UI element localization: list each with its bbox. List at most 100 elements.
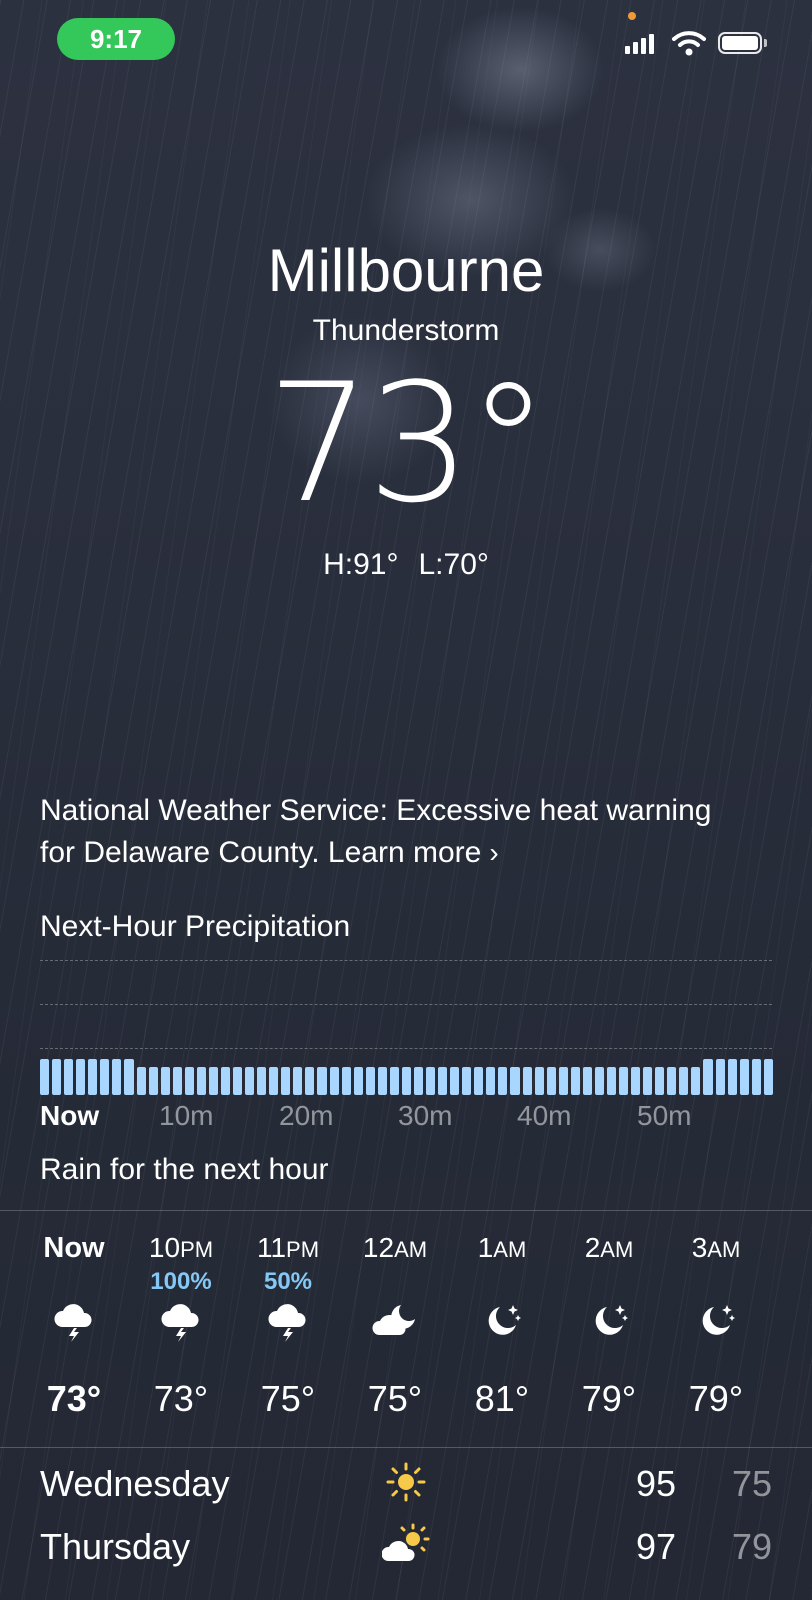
precip-bar xyxy=(498,1067,508,1095)
day-low: 75 xyxy=(731,1463,772,1504)
status-time-pill[interactable]: 9:17 xyxy=(57,18,175,60)
precip-bar xyxy=(631,1067,641,1095)
precip-chance: 50% xyxy=(263,1268,313,1295)
precip-bar xyxy=(305,1067,315,1095)
clear-night-icon xyxy=(559,1298,659,1344)
hour-label: 2AM xyxy=(584,1232,634,1263)
precip-tick: 50m xyxy=(637,1100,692,1131)
privacy-indicator-dot xyxy=(628,12,636,20)
precip-bar xyxy=(570,1067,580,1095)
precip-chance: 100% xyxy=(150,1268,212,1295)
precip-gridline xyxy=(40,1048,772,1049)
precipitation-summary: Rain for the next hour xyxy=(40,1153,329,1186)
precip-bar xyxy=(594,1067,604,1095)
precip-bar xyxy=(136,1067,146,1095)
hour-temperature: 73° xyxy=(46,1378,102,1419)
precip-gridline xyxy=(40,960,772,961)
clear-night-icon xyxy=(666,1298,766,1344)
high-low-temperatures: H:91° L:70° xyxy=(0,548,812,582)
precip-bar xyxy=(317,1067,327,1095)
precip-bar xyxy=(208,1067,218,1095)
precip-bar xyxy=(245,1067,255,1095)
precip-bar xyxy=(233,1067,243,1095)
precip-bar xyxy=(739,1059,749,1095)
precip-bar xyxy=(148,1067,158,1095)
precip-bar xyxy=(462,1067,472,1095)
precip-bar xyxy=(88,1059,98,1095)
alert-text: National Weather Service: Excessive heat… xyxy=(40,794,712,869)
hour-temperature: 75° xyxy=(367,1378,423,1419)
precip-bar xyxy=(763,1059,773,1095)
thunderstorm-icon xyxy=(24,1298,124,1344)
precip-bar xyxy=(582,1067,592,1095)
precip-bar xyxy=(474,1067,484,1095)
precip-bar xyxy=(269,1067,279,1095)
precip-bar xyxy=(534,1067,544,1095)
precip-bar xyxy=(329,1067,339,1095)
precip-bar xyxy=(691,1067,701,1095)
precip-tick-now: Now xyxy=(40,1100,100,1131)
hour-label: 1AM xyxy=(477,1232,527,1263)
partly-sunny-icon xyxy=(382,1522,430,1568)
precip-bar xyxy=(76,1059,86,1095)
precip-bar xyxy=(40,1059,50,1095)
precip-bar xyxy=(365,1067,375,1095)
precip-bar xyxy=(679,1067,689,1095)
precip-bar xyxy=(426,1067,436,1095)
precip-bar xyxy=(112,1059,122,1095)
precip-bar xyxy=(353,1067,363,1095)
section-divider xyxy=(0,1210,812,1211)
precip-gridline xyxy=(40,1004,772,1005)
precip-tick: 30m xyxy=(398,1100,453,1131)
precip-tick: 40m xyxy=(517,1100,572,1131)
hour-temperature: 79° xyxy=(581,1378,637,1419)
sunny-icon xyxy=(382,1459,430,1505)
day-high: 97 xyxy=(635,1526,676,1567)
precip-bar xyxy=(341,1067,351,1095)
battery-cap xyxy=(764,39,767,47)
precip-bar xyxy=(667,1067,677,1095)
wifi-icon xyxy=(672,30,706,61)
precip-bar xyxy=(220,1067,230,1095)
partly-cloudy-night-icon xyxy=(345,1298,445,1344)
hour-temperature: 75° xyxy=(260,1378,316,1419)
hour-temperature: 81° xyxy=(474,1378,530,1419)
high-temperature: H:91° xyxy=(323,548,399,581)
thunderstorm-icon xyxy=(238,1298,338,1344)
thunderstorm-icon xyxy=(131,1298,231,1344)
chevron-right-icon: › xyxy=(489,837,499,868)
precip-bar xyxy=(486,1067,496,1095)
clear-night-icon xyxy=(452,1298,552,1344)
precipitation-title: Next-Hour Precipitation xyxy=(40,910,351,943)
section-divider xyxy=(0,1447,812,1448)
precip-bar xyxy=(52,1059,62,1095)
precip-bar xyxy=(413,1067,423,1095)
day-low: 79 xyxy=(731,1526,772,1567)
precip-bar xyxy=(124,1059,134,1095)
precip-bar xyxy=(172,1067,182,1095)
hour-label: 12AM xyxy=(362,1232,428,1263)
precip-bar xyxy=(727,1059,737,1095)
precip-bar xyxy=(619,1067,629,1095)
weather-alert-link[interactable]: National Weather Service: Excessive heat… xyxy=(40,790,740,874)
precip-bar xyxy=(510,1067,520,1095)
precip-bar xyxy=(450,1067,460,1095)
precip-bar xyxy=(257,1067,267,1095)
precip-bar xyxy=(703,1059,713,1095)
precip-bar xyxy=(196,1067,206,1095)
hour-label: 10PM xyxy=(148,1232,214,1263)
hour-label: Now xyxy=(43,1232,105,1264)
precip-bar xyxy=(522,1067,532,1095)
cellular-signal-icon xyxy=(625,32,654,54)
hour-temperature: 73° xyxy=(153,1378,209,1419)
precip-bar xyxy=(184,1067,194,1095)
day-name: Wednesday xyxy=(40,1463,230,1504)
precip-bar xyxy=(751,1059,761,1095)
hour-label: 11PM xyxy=(256,1232,320,1263)
hour-label: 3AM xyxy=(691,1232,741,1263)
precip-bar xyxy=(377,1067,387,1095)
battery-icon xyxy=(718,32,762,54)
precip-bar xyxy=(438,1067,448,1095)
day-high: 95 xyxy=(635,1463,676,1504)
precip-bar xyxy=(558,1067,568,1095)
